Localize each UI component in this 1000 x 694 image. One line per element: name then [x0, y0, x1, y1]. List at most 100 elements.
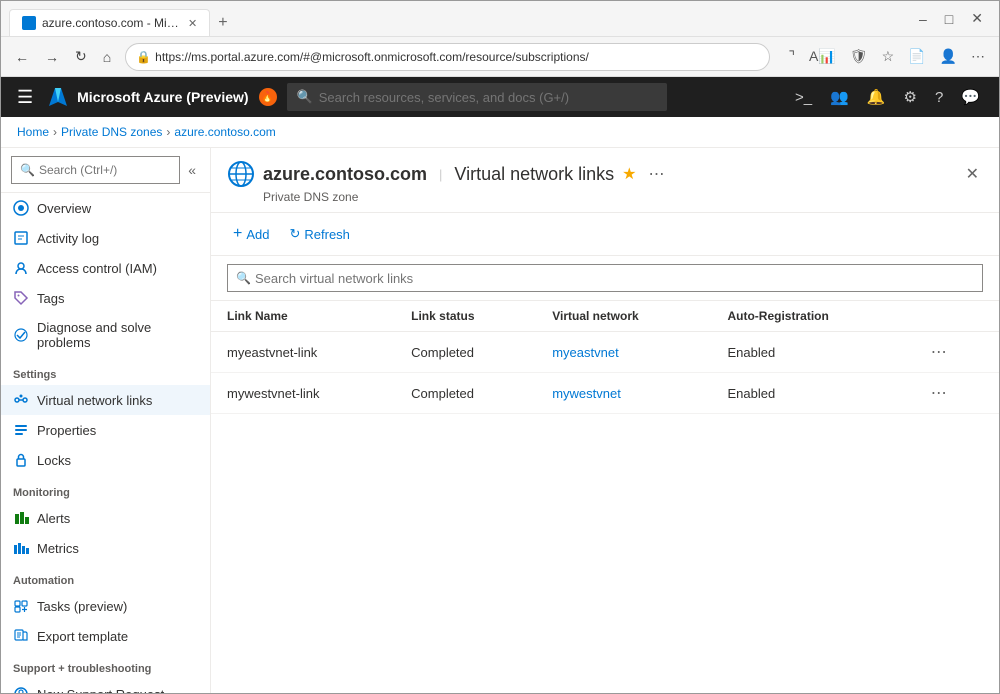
breadcrumb-sep-2: › [166, 125, 170, 139]
browser-controls: ← → ↻ ⌂ 🔒 ⌝ A📊 🛡 ☆ 📄 👤 ⋯ [1, 37, 999, 77]
activity-log-icon [13, 230, 29, 246]
cell-auto-registration: Enabled [711, 373, 908, 414]
sidebar-item-label-locks: Locks [37, 453, 71, 468]
sidebar-item-label-properties: Properties [37, 423, 96, 438]
sidebar-item-label-access-control: Access control (IAM) [37, 261, 157, 276]
row-more-btn[interactable]: ⋯ [925, 381, 954, 405]
sidebar-item-metrics[interactable]: Metrics [1, 533, 210, 563]
sidebar-item-export[interactable]: Export template [1, 621, 210, 651]
minimize-button[interactable]: – [911, 6, 935, 31]
refresh-label: Refresh [304, 227, 350, 242]
maximize-button[interactable]: □ [937, 6, 961, 31]
read-mode-icon[interactable]: A📊 [803, 44, 842, 69]
notifications-btn[interactable]: 🔔 [860, 84, 893, 110]
sidebar-item-label-tags: Tags [37, 291, 64, 306]
sidebar-search-input[interactable] [39, 163, 171, 177]
grid-icon[interactable]: ⌝ [782, 44, 801, 69]
sidebar-item-overview[interactable]: Overview [1, 193, 210, 223]
close-window-button[interactable]: ✕ [963, 6, 991, 31]
sidebar-item-properties[interactable]: Properties [1, 415, 210, 445]
browser-tab[interactable]: azure.contoso.com - Microsoft A... ✕ [9, 9, 210, 36]
toolbar: + Add ↻ Refresh [211, 213, 999, 256]
breadcrumb-home[interactable]: Home [17, 125, 49, 139]
dns-zone-icon [227, 160, 255, 188]
feedback-btn[interactable]: 💬 [954, 84, 987, 110]
cloud-shell-btn[interactable]: >_ [788, 85, 819, 110]
search-icon: 🔍 [297, 89, 313, 105]
sidebar-item-new-support[interactable]: New Support Request [1, 679, 210, 693]
cell-more-options[interactable]: ⋯ [909, 373, 999, 414]
sidebar-item-label-export: Export template [37, 629, 128, 644]
sidebar-item-diagnose[interactable]: Diagnose and solve problems [1, 313, 210, 357]
directory-btn[interactable]: 👥 [823, 84, 856, 110]
refresh-icon: ↻ [289, 226, 300, 242]
cell-link-name: myeastvnet-link [211, 332, 395, 373]
hamburger-menu[interactable]: ☰ [13, 83, 37, 112]
tab-favicon [22, 16, 36, 30]
shield-icon[interactable]: 🛡 [844, 44, 874, 69]
alerts-icon [13, 510, 29, 526]
table-container: Link Name Link status Virtual network Au… [211, 301, 999, 693]
breadcrumb: Home › Private DNS zones › azure.contoso… [1, 117, 999, 148]
settings-section-title: Settings [1, 357, 210, 385]
sidebar-item-activity-log[interactable]: Activity log [1, 223, 210, 253]
sidebar-item-tags[interactable]: Tags [1, 283, 210, 313]
new-tab-button[interactable]: + [210, 10, 235, 36]
tab-label: azure.contoso.com - Microsoft A... [42, 16, 182, 30]
sidebar-search[interactable]: 🔍 [11, 156, 180, 184]
more-browser-btn[interactable]: ⋯ [965, 44, 991, 69]
add-button[interactable]: + Add [227, 221, 275, 247]
top-search[interactable]: 🔍 [287, 83, 667, 111]
resource-more-btn[interactable]: ⋯ [645, 162, 669, 186]
sidebar-item-access-control[interactable]: Access control (IAM) [1, 253, 210, 283]
sidebar-item-virtual-network-links[interactable]: Virtual network links [1, 385, 210, 415]
address-bar-wrapper[interactable]: 🔒 [125, 43, 770, 71]
cell-virtual-network[interactable]: myeastvnet [536, 332, 711, 373]
col-actions [909, 301, 999, 332]
sidebar-item-label-vnet-links: Virtual network links [37, 393, 152, 408]
export-icon [13, 628, 29, 644]
collections-icon[interactable]: 📄 [902, 44, 931, 69]
sidebar-item-label-metrics: Metrics [37, 541, 79, 556]
overview-icon [13, 200, 29, 216]
profile-icon[interactable]: 👤 [934, 44, 963, 69]
list-search-area: 🔍 [211, 256, 999, 301]
cell-virtual-network[interactable]: mywestvnet [536, 373, 711, 414]
top-search-input[interactable] [319, 90, 657, 105]
diagnose-icon [13, 327, 29, 343]
sidebar-collapse-btn[interactable]: « [184, 160, 200, 180]
sidebar-search-area: 🔍 « [1, 148, 210, 193]
add-icon: + [233, 225, 242, 243]
breadcrumb-sep-1: › [53, 125, 57, 139]
col-auto-registration: Auto-Registration [711, 301, 908, 332]
row-more-btn[interactable]: ⋯ [925, 340, 954, 364]
notification-badge[interactable]: 🔥 [259, 88, 277, 106]
cell-more-options[interactable]: ⋯ [909, 332, 999, 373]
refresh-button[interactable]: ↻ Refresh [283, 222, 355, 246]
vnet-links-icon [13, 392, 29, 408]
address-bar[interactable] [155, 50, 759, 64]
breadcrumb-current[interactable]: azure.contoso.com [174, 125, 275, 139]
back-button[interactable]: ← [9, 45, 35, 69]
help-btn[interactable]: ? [928, 85, 950, 110]
cell-auto-registration: Enabled [711, 332, 908, 373]
sidebar-item-locks[interactable]: Locks [1, 445, 210, 475]
sidebar-item-label-new-support: New Support Request [37, 687, 164, 694]
star-icon[interactable]: ☆ [876, 44, 901, 69]
list-search-input[interactable] [255, 271, 974, 286]
tab-close-btn[interactable]: ✕ [188, 17, 197, 30]
home-button[interactable]: ⌂ [97, 45, 117, 69]
forward-button[interactable]: → [39, 45, 65, 69]
breadcrumb-private-dns[interactable]: Private DNS zones [61, 125, 162, 139]
close-pane-btn[interactable]: ✕ [962, 160, 983, 188]
reload-button[interactable]: ↻ [69, 44, 93, 69]
resource-name: azure.contoso.com [263, 164, 427, 185]
favorite-star[interactable]: ★ [622, 164, 636, 184]
sidebar-item-alerts[interactable]: Alerts [1, 503, 210, 533]
list-search[interactable]: 🔍 [227, 264, 983, 292]
settings-btn[interactable]: ⚙ [897, 84, 924, 110]
sidebar-item-tasks[interactable]: Tasks (preview) [1, 591, 210, 621]
title-separator: | [439, 167, 442, 182]
page-title: Virtual network links [454, 164, 614, 185]
resource-subtitle: Private DNS zone [263, 190, 983, 204]
